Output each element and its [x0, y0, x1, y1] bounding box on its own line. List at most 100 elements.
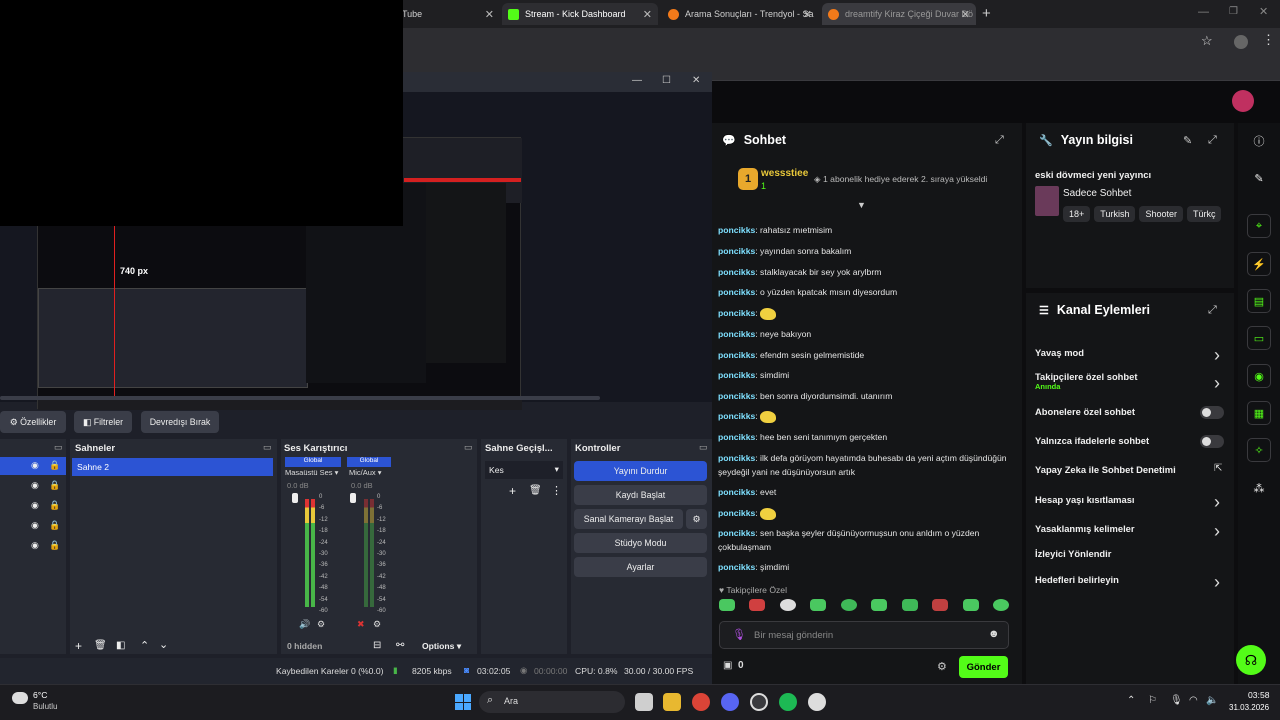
trash-icon[interactable]: 🗑 — [529, 485, 542, 496]
lock-icon[interactable]: 🔒 — [49, 500, 60, 511]
gear-icon[interactable]: ⚙ — [686, 509, 707, 529]
emote-icon[interactable] — [901, 599, 918, 611]
link-icon[interactable]: ⚯ — [396, 640, 404, 651]
chat-username[interactable]: poncikks — [718, 453, 755, 463]
chat-message[interactable]: poncikks: simdimi — [718, 369, 1008, 383]
chevron-right-icon[interactable]: › — [1214, 521, 1220, 542]
chevron-down-icon[interactable]: ⌄ — [159, 638, 168, 651]
chat-username[interactable]: poncikks — [718, 432, 755, 442]
eye-icon[interactable]: ◉ — [31, 460, 39, 471]
document-icon[interactable]: ▤ — [1247, 289, 1271, 313]
wifi-icon[interactable]: ◠ — [1189, 695, 1198, 706]
gear-icon[interactable]: ⚙ — [317, 619, 325, 630]
layout-icon[interactable]: ⊟ — [373, 640, 381, 651]
obs-icon[interactable] — [750, 693, 768, 711]
chat-username[interactable]: poncikks — [718, 329, 755, 339]
chat-message[interactable]: poncikks: şimdimi — [718, 561, 1008, 575]
chat-username[interactable]: poncikks — [718, 508, 755, 518]
chat-message[interactable]: poncikks: — [718, 410, 1008, 424]
close-icon[interactable]: ✕ — [485, 8, 494, 21]
tab-youtube[interactable]: Tube ✕ — [396, 3, 500, 25]
microphone-icon[interactable]: 🎙 — [1170, 695, 1183, 706]
chevron-up-icon[interactable]: ⌃ — [1127, 695, 1135, 706]
minimize-icon[interactable]: — — [1198, 6, 1209, 18]
chat-message[interactable]: poncikks: hee ben seni tanımıym gerçekte… — [718, 431, 1008, 445]
hidden-count[interactable]: 0 hidden — [287, 641, 322, 651]
clock-time[interactable]: 03:58 — [1248, 690, 1270, 700]
chat-message[interactable]: poncikks: evet — [718, 486, 1008, 500]
popout-icon[interactable]: ⤢ — [1208, 304, 1217, 317]
toggle-switch[interactable] — [1200, 406, 1224, 419]
volume-slider-handle[interactable] — [292, 493, 298, 503]
external-link-icon[interactable]: ⇱ — [1214, 463, 1222, 474]
chevron-right-icon[interactable]: › — [1214, 572, 1220, 593]
dock-menu-icon[interactable]: ▭ — [699, 442, 708, 453]
emote-icon[interactable] — [749, 599, 766, 611]
filter-icon[interactable]: ◧ — [116, 640, 125, 651]
chat-message[interactable]: poncikks: stalklayacak bir sey yok arylb… — [718, 266, 1008, 280]
chat-message[interactable]: poncikks: ben sonra diyordumsimdi. utanı… — [718, 390, 1008, 404]
emote-icon[interactable] — [779, 599, 796, 611]
weather-temp[interactable]: 6°C — [33, 690, 47, 700]
chat-message[interactable]: poncikks: efendm sesin gelmemistide — [718, 349, 1008, 363]
chat-username[interactable]: poncikks — [718, 267, 755, 277]
lock-icon[interactable]: 🔒 — [49, 480, 60, 491]
chat-username[interactable]: poncikks — [718, 225, 755, 235]
dock-menu-icon[interactable]: ▭ — [464, 442, 473, 453]
chat-username[interactable]: poncikks — [718, 370, 755, 380]
add-icon[interactable]: + — [509, 484, 516, 498]
windows-start-icon[interactable] — [455, 694, 471, 710]
chevron-right-icon[interactable]: › — [1214, 373, 1220, 394]
mixer-channel-name[interactable]: Mic/Aux ▾ — [349, 468, 382, 477]
close-icon[interactable]: ✕ — [803, 8, 812, 21]
deactivate-button[interactable]: Devredışı Bırak — [141, 411, 219, 433]
chat-message[interactable]: poncikks: — [718, 507, 1008, 521]
stop-stream-button[interactable]: Yayını Durdur — [574, 461, 707, 481]
transition-select[interactable]: Kes ▾ — [485, 461, 563, 479]
chat-username[interactable]: poncikks — [718, 246, 755, 256]
chat-message[interactable]: poncikks: — [718, 307, 1008, 321]
chat-username[interactable]: poncikks — [718, 487, 755, 497]
settings-gear-icon[interactable]: ⚙ — [937, 660, 947, 673]
scene-item[interactable]: Sahne 2 — [72, 458, 273, 476]
channel-action-item[interactable]: Yasaklanmış kelimeler — [1035, 523, 1135, 534]
chat-username[interactable]: poncikks — [718, 411, 755, 421]
dock-menu-icon[interactable]: ▭ — [263, 442, 272, 453]
chat-message[interactable]: poncikks: ilk defa görüyom hayatımda buh… — [718, 452, 1008, 479]
lightning-icon[interactable]: ⚡ — [1247, 252, 1271, 276]
tab-trendyol[interactable]: Arama Sonuçları - Trendyol - Sa ✕ — [662, 3, 818, 25]
chat-username[interactable]: poncikks — [718, 287, 755, 297]
emote-icon[interactable] — [992, 599, 1009, 611]
close-window-icon[interactable]: ✕ — [1259, 5, 1268, 18]
avatar[interactable] — [1232, 90, 1254, 112]
start-recording-button[interactable]: Kaydı Başlat — [574, 485, 707, 505]
search-box[interactable]: ⌕ Ara — [479, 691, 625, 713]
chat-username[interactable]: poncikks — [718, 350, 755, 360]
eye-icon[interactable]: ◉ — [31, 480, 39, 491]
channel-action-item[interactable]: Takipçilere özel sohbet Anında — [1035, 371, 1137, 391]
edit-pencil-icon[interactable]: ✎ — [1183, 134, 1192, 147]
channel-action-item[interactable]: Abonelere özel sohbet — [1035, 406, 1135, 417]
speaker-icon[interactable]: 🔈 — [1206, 695, 1218, 706]
popout-icon[interactable]: ⤢ — [995, 134, 1004, 147]
new-tab-button[interactable]: + — [982, 5, 991, 22]
chat-icon[interactable]: ▭ — [1247, 326, 1271, 350]
category-name[interactable]: Sadece Sohbet — [1063, 188, 1131, 199]
add-icon[interactable]: + — [75, 639, 82, 653]
emote-icon[interactable] — [719, 599, 735, 611]
trash-icon[interactable]: 🗑 — [94, 640, 107, 651]
chevron-right-icon[interactable]: › — [1214, 345, 1220, 366]
tab-kick-dashboard[interactable]: Stream - Kick Dashboard ✕ — [502, 3, 658, 25]
lock-icon[interactable]: 🔒 — [49, 540, 60, 551]
spotify-icon[interactable] — [779, 693, 797, 711]
eye-icon[interactable]: ◉ — [31, 520, 39, 531]
menu-dots-icon[interactable]: ⋮ — [1262, 32, 1275, 48]
eye-icon[interactable]: ◉ — [31, 540, 39, 551]
chrome-icon[interactable] — [692, 693, 710, 711]
emote-icon[interactable] — [932, 599, 949, 611]
lock-icon[interactable]: 🔒 — [49, 460, 60, 471]
share-icon[interactable]: ⁂ — [1247, 476, 1271, 500]
network-icon[interactable]: ⚐ — [1148, 695, 1157, 706]
task-view-icon[interactable] — [635, 693, 653, 711]
channel-action-item[interactable]: Yalnızca ifadelerle sohbet — [1035, 435, 1149, 446]
